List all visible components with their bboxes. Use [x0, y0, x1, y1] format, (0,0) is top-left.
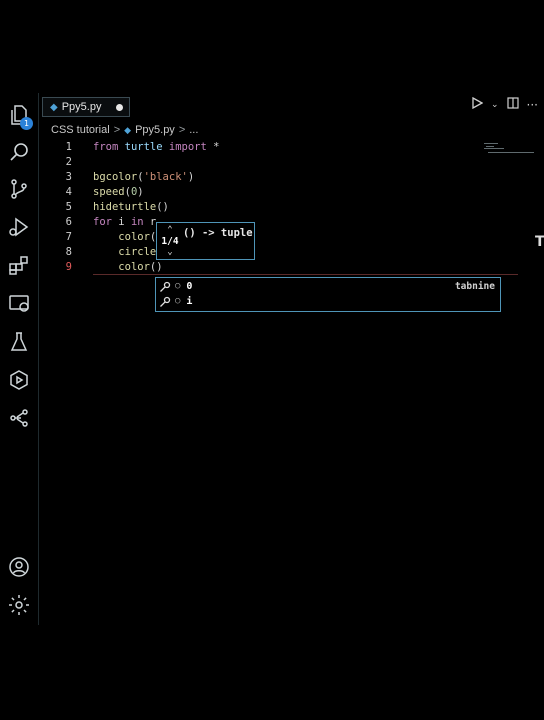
wrench-icon — [160, 296, 171, 307]
explorer-badge: 1 — [20, 117, 33, 130]
edge-text: T — [535, 234, 544, 250]
line-number: 5 — [65, 201, 72, 213]
line-number: 9 — [65, 261, 72, 273]
line-number: 8 — [65, 246, 72, 258]
suggestion-source: tabnine — [454, 281, 495, 292]
signature-help-popup: ⌃ 1/4 ⌄ () -> tuple — [156, 222, 255, 260]
code-editor[interactable]: 1 from turtle import * 2 3 bgcolor('black') 4… — [39, 140, 544, 625]
suggestion-list: ○ 0 tabnine ○ i — [155, 277, 501, 312]
line-number: 2 — [65, 156, 72, 168]
code-text: color() — [118, 261, 163, 273]
breadcrumb-file[interactable]: Ppy5.py — [135, 124, 175, 136]
current-line-highlight — [93, 274, 518, 275]
suggestion-item[interactable]: ○ i — [159, 294, 495, 309]
activity-bar: 1 — [0, 93, 39, 625]
breadcrumb: CSS tutorial > ◆ Ppy5.py > ... — [51, 124, 198, 136]
tab-ppy5[interactable]: ◆ Ppy5.py — [42, 97, 130, 117]
code-text: color( — [118, 231, 157, 243]
code-line[interactable]: 8 circle — [39, 245, 519, 260]
more-actions-icon[interactable]: ··· — [527, 98, 538, 112]
suggestion-kind-icon: ○ — [175, 296, 181, 306]
explorer-icon[interactable]: 1 — [7, 103, 33, 130]
run-dropdown-chevron-icon[interactable]: ⌄ — [491, 100, 499, 110]
code-text: speed(0) — [93, 186, 144, 198]
code-line[interactable]: 4 speed(0) — [39, 185, 519, 200]
line-number: 4 — [65, 186, 72, 198]
breadcrumb-folder[interactable]: CSS tutorial — [51, 124, 110, 136]
chevron-up-icon[interactable]: ⌃ — [159, 225, 181, 236]
code-text: bgcolor('black') — [93, 171, 195, 183]
code-text: for i in r — [93, 216, 157, 228]
chevron-right-icon: > — [178, 124, 186, 136]
source-control-icon[interactable] — [7, 177, 31, 201]
code-line[interactable]: 3 bgcolor('black') — [39, 170, 519, 185]
extension-view-icon[interactable] — [7, 368, 31, 392]
suggestion-label: 0 — [186, 281, 193, 292]
extensions-icon[interactable] — [7, 253, 31, 277]
code-text: circle — [118, 246, 157, 258]
line-number: 1 — [65, 141, 72, 153]
line-number: 3 — [65, 171, 72, 183]
suggestion-item[interactable]: ○ 0 tabnine — [159, 279, 495, 294]
chevron-right-icon: > — [113, 124, 121, 136]
code-line[interactable]: 7 color( — [39, 230, 519, 245]
code-line[interactable]: 9 color() — [39, 260, 519, 275]
code-line[interactable]: 1 from turtle import * — [39, 140, 519, 155]
python-file-icon: ◆ — [50, 101, 58, 113]
testing-icon[interactable] — [7, 330, 31, 354]
unsaved-dot-icon[interactable] — [116, 104, 123, 111]
breadcrumb-more[interactable]: ... — [189, 124, 198, 136]
code-text: from turtle import * — [93, 141, 220, 153]
python-file-icon: ◆ — [124, 124, 132, 135]
code-line[interactable]: 6 for i in r — [39, 215, 519, 230]
code-text: hideturtle() — [93, 201, 169, 213]
suggestion-kind-icon: ○ — [175, 281, 181, 291]
tab-bar: ◆ Ppy5.py ⌄ ··· — [39, 93, 544, 121]
signature-text: () -> tuple — [183, 227, 253, 239]
manage-gear-icon[interactable] — [7, 593, 31, 617]
overload-navigator: ⌃ 1/4 ⌄ — [159, 225, 181, 258]
remote-explorer-icon[interactable] — [7, 292, 31, 316]
chevron-down-icon[interactable]: ⌄ — [159, 247, 181, 258]
overload-counter: 1/4 — [161, 236, 179, 247]
suggestion-label: i — [186, 296, 193, 307]
code-line[interactable]: 5 hideturtle() — [39, 200, 519, 215]
editor-toolbar: ⌄ ··· — [471, 96, 538, 113]
line-number: 7 — [65, 231, 72, 243]
account-icon[interactable] — [7, 555, 31, 579]
run-icon[interactable] — [471, 96, 484, 113]
share-icon[interactable] — [7, 406, 31, 430]
wrench-icon — [160, 281, 171, 292]
code-line[interactable]: 2 — [39, 155, 519, 170]
run-debug-icon[interactable] — [7, 215, 31, 239]
search-icon[interactable] — [7, 140, 31, 164]
split-editor-icon[interactable] — [506, 97, 519, 113]
line-number: 6 — [65, 216, 72, 228]
tab-label: Ppy5.py — [61, 101, 102, 113]
